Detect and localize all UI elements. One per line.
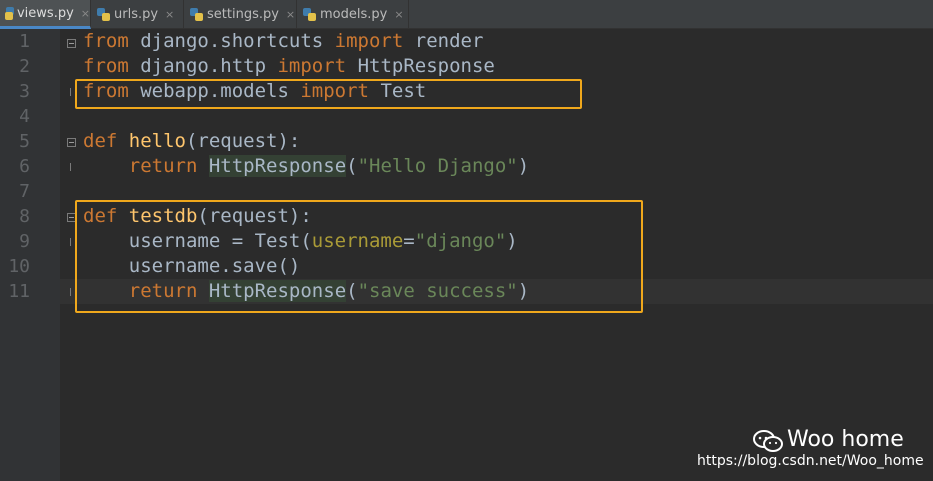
tab-settings-py[interactable]: settings.py × [184, 0, 297, 29]
paren: ( [346, 155, 358, 177]
tab-label: models.py [320, 7, 388, 22]
watermark-title: Woo home [787, 427, 904, 452]
line-number: 4 [19, 106, 30, 127]
fold-end-icon[interactable] [70, 288, 71, 296]
line-number: 8 [19, 206, 30, 227]
keyword: import [277, 55, 347, 77]
string-literal: "Hello Django" [357, 155, 518, 177]
line-number-gutter: 1 2 3 4 5 6 7 8 9 10 11 [0, 29, 60, 481]
close-tab-icon[interactable]: × [394, 8, 403, 21]
highlight-box-import [75, 79, 582, 109]
keyword: return [128, 155, 198, 177]
tab-views-py[interactable]: views.py × [0, 0, 91, 29]
python-file-icon [4, 6, 14, 20]
module-name: django.http [128, 55, 278, 77]
imported-name: HttpResponse [346, 55, 495, 77]
fold-end-icon[interactable] [70, 88, 71, 96]
line-number: 9 [19, 231, 30, 252]
module-name: django.shortcuts [128, 30, 335, 52]
tab-label: settings.py [207, 7, 279, 22]
code-line-5[interactable]: def hello(request): [83, 129, 300, 154]
function-name: hello [128, 130, 186, 152]
function-args: (request): [185, 130, 301, 152]
fold-toggle-icon[interactable] [67, 39, 76, 48]
code-line-6[interactable]: return HttpResponse("Hello Django") [83, 154, 529, 179]
python-file-icon [97, 8, 110, 21]
tab-urls-py[interactable]: urls.py × [91, 0, 184, 29]
editor-tab-bar: views.py × urls.py × settings.py × model… [0, 0, 933, 29]
fold-toggle-icon[interactable] [67, 138, 76, 147]
code-line-1[interactable]: from django.shortcuts import render [83, 29, 483, 54]
code-line-2[interactable]: from django.http import HttpResponse [83, 54, 495, 79]
imported-name: render [403, 30, 484, 52]
keyword: from [83, 55, 129, 77]
tab-models-py[interactable]: models.py × [297, 0, 409, 29]
fold-end-icon[interactable] [70, 163, 71, 171]
line-number: 5 [19, 131, 30, 152]
line-number: 2 [19, 56, 30, 77]
watermark-url: https://blog.csdn.net/Woo_home [697, 453, 924, 469]
highlight-box-testdb [75, 200, 643, 313]
line-number: 10 [8, 256, 30, 277]
keyword: def [83, 130, 118, 152]
class-name: HttpResponse [208, 155, 347, 177]
tab-label: views.py [16, 5, 74, 21]
line-number: 3 [19, 81, 30, 102]
wechat-logo [753, 430, 783, 452]
close-tab-icon[interactable]: × [165, 8, 174, 21]
close-tab-icon[interactable]: × [81, 7, 90, 20]
python-file-icon [303, 8, 316, 21]
line-number: 6 [19, 156, 30, 177]
paren: ) [517, 155, 530, 177]
line-number: 11 [8, 281, 30, 302]
fold-end-icon[interactable] [70, 238, 71, 246]
python-file-icon [190, 8, 203, 21]
tab-label: urls.py [114, 7, 159, 22]
close-tab-icon[interactable]: × [286, 8, 295, 21]
line-number: 7 [19, 181, 30, 202]
line-number: 1 [19, 31, 30, 52]
keyword: import [334, 30, 404, 52]
keyword: from [83, 30, 129, 52]
